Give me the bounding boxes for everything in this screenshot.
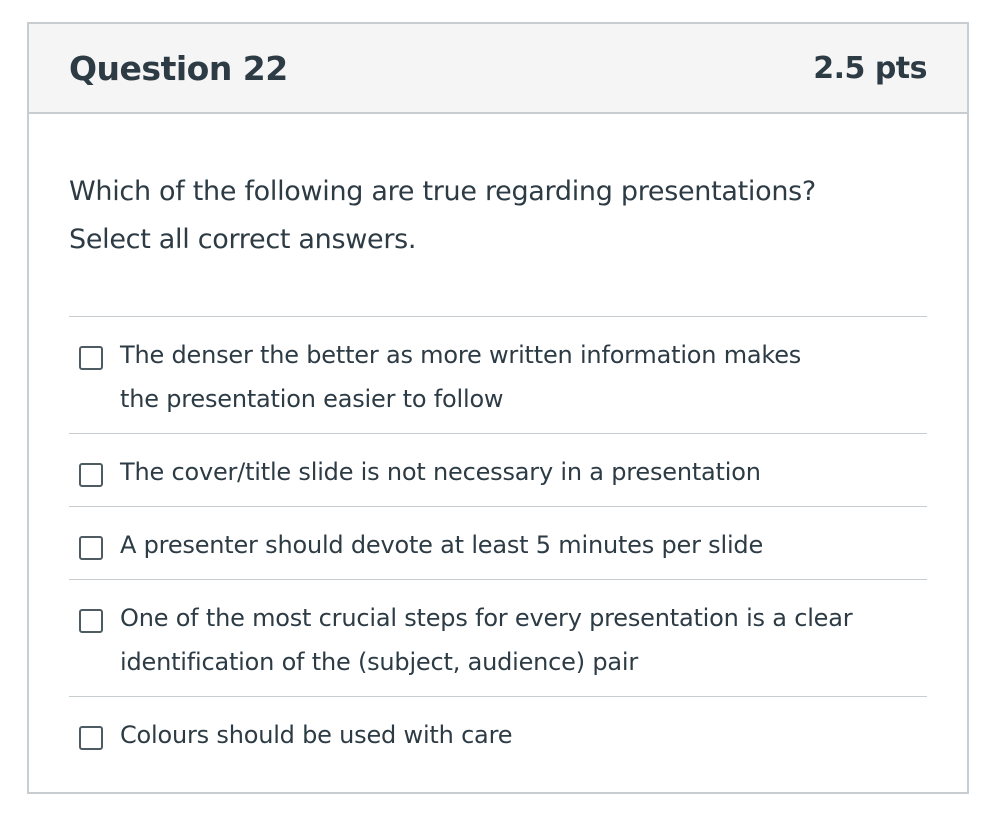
answer-checkbox[interactable] bbox=[79, 463, 103, 487]
question-title: Question 22 bbox=[69, 48, 288, 88]
answer-option-4[interactable]: One of the most crucial steps for every … bbox=[69, 580, 927, 697]
question-text: Which of the following are true regardin… bbox=[69, 168, 927, 264]
answer-label: Colours should be used with care bbox=[120, 721, 513, 749]
answer-label: One of the most crucial steps for every … bbox=[120, 604, 853, 676]
answer-label: A presenter should devote at least 5 min… bbox=[120, 531, 764, 559]
answer-checkbox[interactable] bbox=[79, 726, 103, 750]
question-text-line1: Which of the following are true regardin… bbox=[69, 176, 816, 207]
answer-option-1[interactable]: The denser the better as more written in… bbox=[69, 317, 927, 434]
answer-checkbox[interactable] bbox=[79, 609, 103, 633]
answer-label: The cover/title slide is not necessary i… bbox=[120, 458, 761, 486]
answer-label: The denser the better as more written in… bbox=[120, 341, 802, 413]
answer-option-3[interactable]: A presenter should devote at least 5 min… bbox=[69, 507, 927, 580]
question-text-line2: Select all correct answers. bbox=[69, 224, 417, 255]
question-header: Question 22 2.5 pts bbox=[29, 24, 967, 114]
question-card: Question 22 2.5 pts Which of the followi… bbox=[27, 22, 969, 794]
question-points: 2.5 pts bbox=[813, 50, 927, 86]
answer-option-5[interactable]: Colours should be used with care bbox=[69, 697, 927, 769]
answer-checkbox[interactable] bbox=[79, 536, 103, 560]
question-body: Which of the following are true regardin… bbox=[29, 168, 967, 769]
answer-checkbox[interactable] bbox=[79, 346, 103, 370]
answer-option-2[interactable]: The cover/title slide is not necessary i… bbox=[69, 434, 927, 507]
answer-list: The denser the better as more written in… bbox=[69, 316, 927, 769]
